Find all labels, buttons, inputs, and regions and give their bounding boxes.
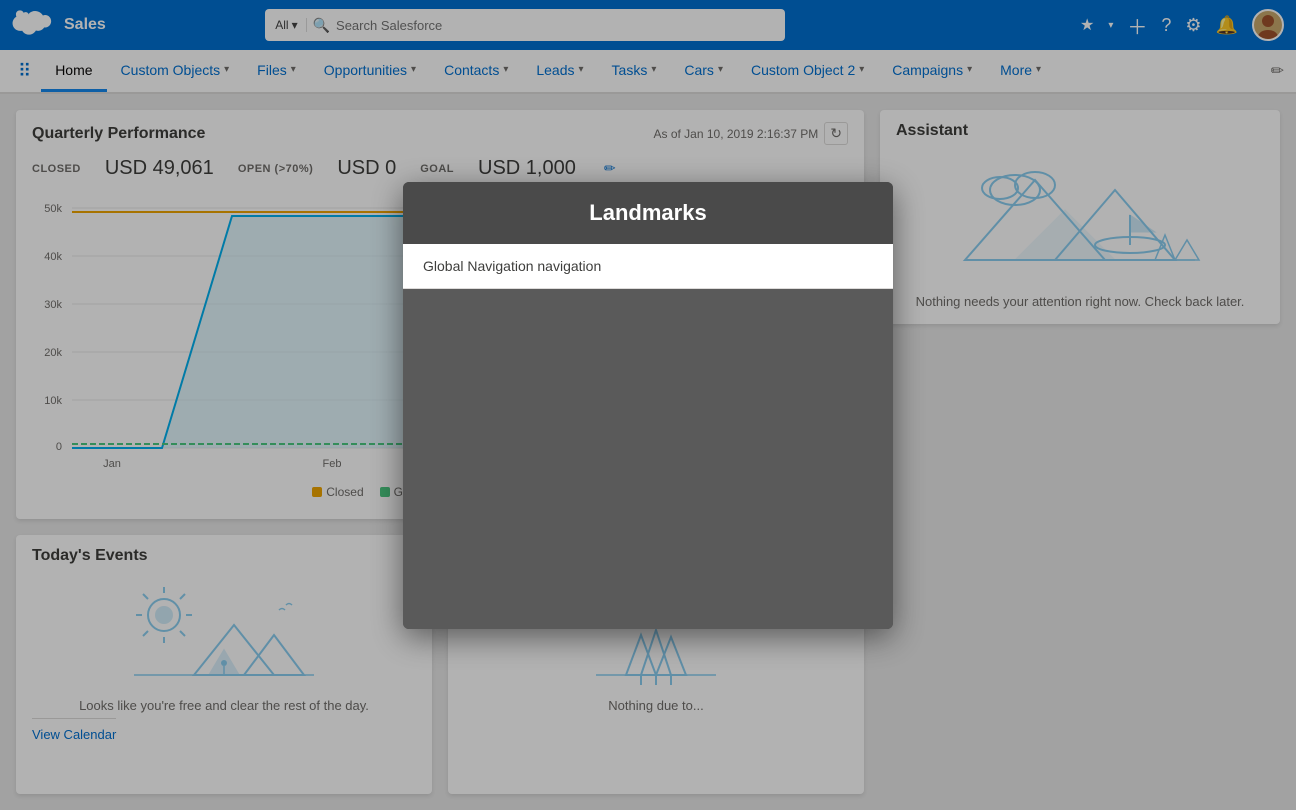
landmarks-header: Landmarks [403, 182, 893, 244]
overlay-backdrop[interactable]: Landmarks Global Navigation navigation [0, 0, 1296, 810]
landmarks-body [403, 289, 893, 629]
landmarks-item-global-nav[interactable]: Global Navigation navigation [403, 244, 893, 289]
landmarks-modal: Landmarks Global Navigation navigation [403, 182, 893, 629]
landmarks-title: Landmarks [589, 200, 706, 225]
